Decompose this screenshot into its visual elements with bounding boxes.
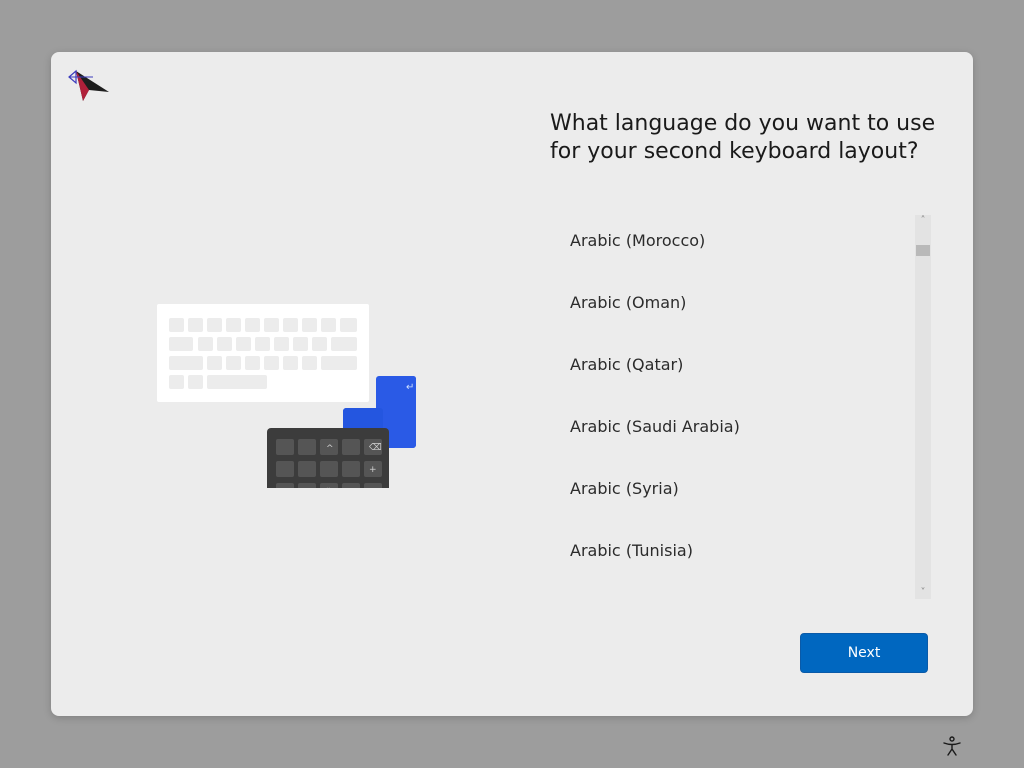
accessibility-icon[interactable] <box>941 735 963 757</box>
language-list[interactable]: Arabic (Morocco) Arabic (Oman) Arabic (Q… <box>551 209 911 599</box>
keyboard-illustration-icon: ↵ ^ ⌫ + ‹ ˇ › <box>157 304 416 488</box>
list-item[interactable]: Arabic (Tunisia) <box>551 519 911 581</box>
svg-text:‹: ‹ <box>304 487 308 488</box>
list-item[interactable]: Arabic (Syria) <box>551 457 911 519</box>
svg-text:›: › <box>348 487 352 488</box>
svg-text:↵: ↵ <box>406 382 414 393</box>
svg-text:ˇ: ˇ <box>326 487 331 488</box>
svg-text:⌫: ⌫ <box>368 443 382 453</box>
scrollbar-thumb[interactable] <box>916 245 930 256</box>
list-scrollbar[interactable]: ˄ ˅ <box>915 215 931 599</box>
list-item[interactable]: Arabic (Morocco) <box>551 209 911 271</box>
list-item[interactable]: Arabic (Oman) <box>551 271 911 333</box>
page-title: What language do you want to use for you… <box>550 111 936 164</box>
list-item[interactable]: Arabic (Qatar) <box>551 333 911 395</box>
setup-dialog: ↵ ^ ⌫ + ‹ ˇ › <box>51 52 973 716</box>
svg-text:^: ^ <box>326 444 334 454</box>
chevron-up-icon[interactable]: ˄ <box>915 215 931 227</box>
cursor-logo-icon <box>68 69 109 101</box>
next-button[interactable]: Next <box>800 633 928 673</box>
chevron-down-icon[interactable]: ˅ <box>915 587 931 599</box>
list-item[interactable]: Arabic (Saudi Arabia) <box>551 395 911 457</box>
svg-text:+: + <box>369 465 377 475</box>
